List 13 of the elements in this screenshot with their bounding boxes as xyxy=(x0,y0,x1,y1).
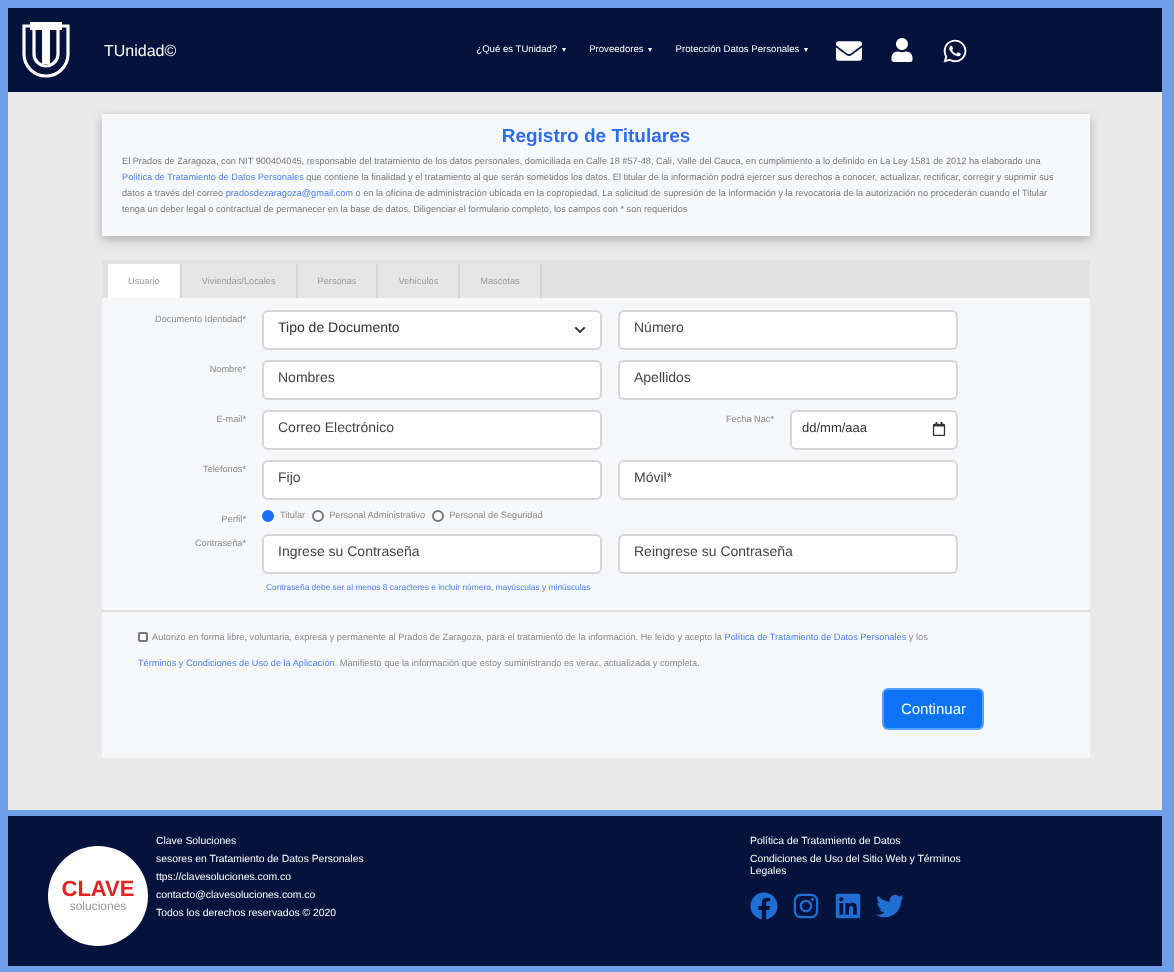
logo-icon xyxy=(20,20,72,80)
chevron-icon xyxy=(574,323,586,335)
mail-icon[interactable] xyxy=(835,37,862,63)
facebook-icon[interactable] xyxy=(750,892,778,920)
twitter-icon[interactable] xyxy=(876,892,904,920)
calendar-icon xyxy=(932,422,946,436)
whatsapp-icon[interactable] xyxy=(941,37,968,63)
brand-name[interactable]: TUnidad© xyxy=(104,41,177,59)
instagram-icon[interactable] xyxy=(792,892,820,920)
user-icon[interactable] xyxy=(889,38,914,62)
consent-checkbox[interactable] xyxy=(138,632,148,643)
linkedin-icon[interactable] xyxy=(834,892,862,920)
page-title: Registro de Titulares xyxy=(499,126,693,148)
